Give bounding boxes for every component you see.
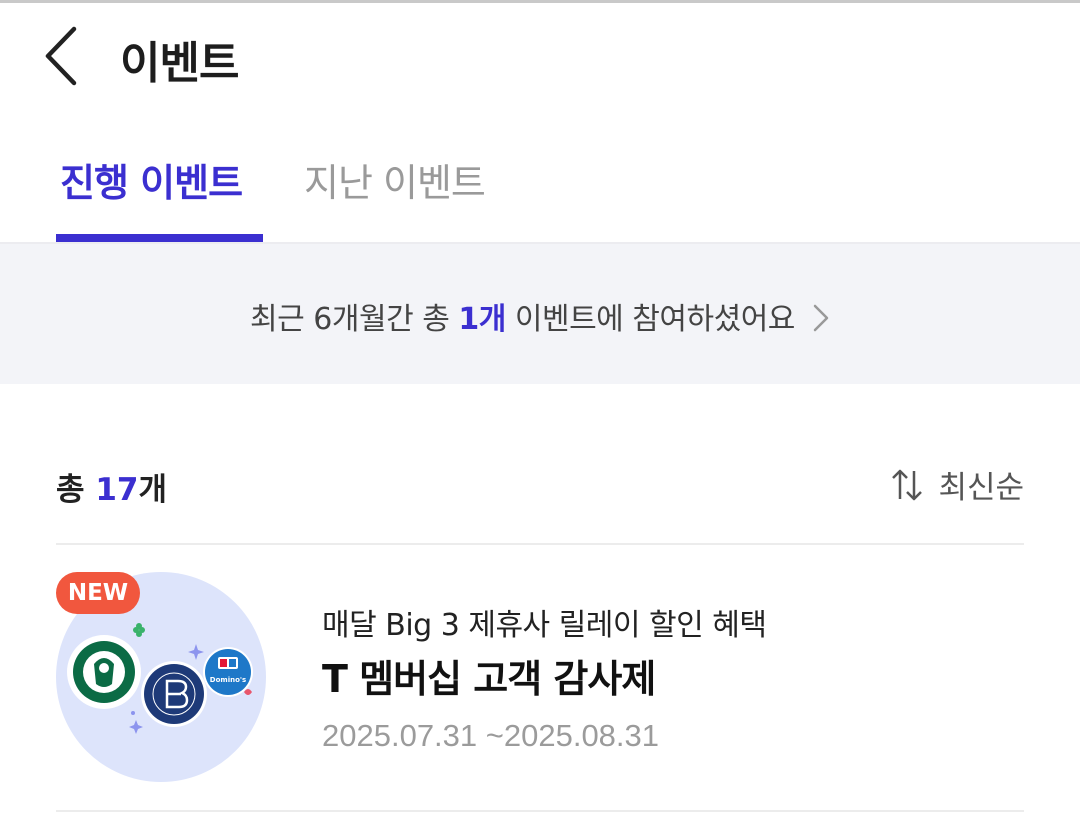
participation-summary-banner[interactable]: 최근 6개월간 총 1개 이벤트에 참여하셨어요: [0, 244, 1080, 384]
tab-past-events[interactable]: 지난 이벤트: [304, 152, 486, 207]
event-count: 총 17개: [56, 464, 167, 509]
clover-icon: [133, 623, 145, 637]
event-date-range: 2025.07.31 ~2025.08.31: [322, 718, 660, 753]
list-header: 총 17개 최신순: [56, 460, 1024, 510]
starbucks-logo-icon: [67, 635, 141, 709]
count-number: 17: [95, 472, 139, 508]
app-header: 이벤트: [0, 3, 1080, 115]
tab-bar: 진행 이벤트 지난 이벤트: [0, 130, 1080, 244]
count-suffix: 개: [138, 472, 167, 508]
count-prefix: 총: [56, 472, 96, 508]
summary-prefix: 최근 6개월간 총: [250, 302, 459, 337]
active-tab-indicator: [56, 234, 263, 242]
page-title: 이벤트: [120, 38, 239, 89]
back-button[interactable]: [30, 21, 100, 91]
event-subtitle: 매달 Big 3 제휴사 릴레이 할인 혜택: [322, 608, 767, 643]
svg-text:Domino's: Domino's: [210, 676, 246, 684]
event-card[interactable]: NEW Domino's 매달 Big 3 제휴사 릴레이 할인 혜택 T 멤버…: [56, 560, 1024, 800]
new-badge: NEW: [56, 572, 140, 614]
participation-summary-text: 최근 6개월간 총 1개 이벤트에 참여하셨어요: [0, 294, 1080, 338]
paris-baguette-logo-icon: [141, 661, 207, 727]
sort-label: 최신순: [938, 470, 1024, 506]
summary-suffix: 이벤트에 참여하셨어요: [505, 302, 796, 337]
list-divider: [56, 543, 1024, 545]
chevron-right-icon: [813, 304, 829, 331]
list-divider: [56, 810, 1024, 812]
dominos-logo-icon: Domino's: [203, 647, 253, 697]
sort-icon: [892, 469, 923, 500]
tab-ongoing-events[interactable]: 진행 이벤트: [60, 152, 243, 207]
summary-count: 1개: [458, 302, 506, 337]
event-title: T 멤버십 고객 감사제: [322, 657, 656, 701]
chevron-left-icon: [45, 26, 77, 86]
sort-button[interactable]: 최신순: [890, 462, 1024, 507]
